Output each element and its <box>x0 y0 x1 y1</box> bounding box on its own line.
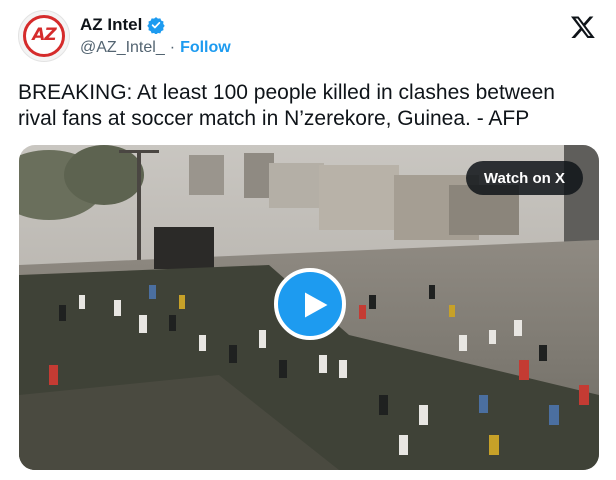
verified-badge-icon <box>147 16 166 35</box>
separator-dot: · <box>169 39 176 56</box>
avatar-logo-text: AZ <box>32 25 56 45</box>
tweet-card: AZ AZ Intel @AZ_Intel_ · Follow BREAKING… <box>0 0 616 480</box>
author-display-name[interactable]: AZ Intel <box>80 15 142 35</box>
play-button[interactable] <box>274 268 346 340</box>
avatar[interactable]: AZ <box>18 10 70 62</box>
video-player[interactable]: Watch on X <box>19 145 599 470</box>
author-handle[interactable]: @AZ_Intel_ <box>80 39 165 57</box>
follow-button[interactable]: Follow <box>180 39 231 57</box>
author-name-row: AZ Intel <box>80 14 166 36</box>
x-logo-icon[interactable] <box>570 14 596 40</box>
tweet-text: BREAKING: At least 100 people killed in … <box>18 81 555 130</box>
play-icon <box>305 292 328 318</box>
author-handle-row: @AZ_Intel_ · Follow <box>80 39 231 57</box>
watch-on-x-button[interactable]: Watch on X <box>465 161 583 195</box>
